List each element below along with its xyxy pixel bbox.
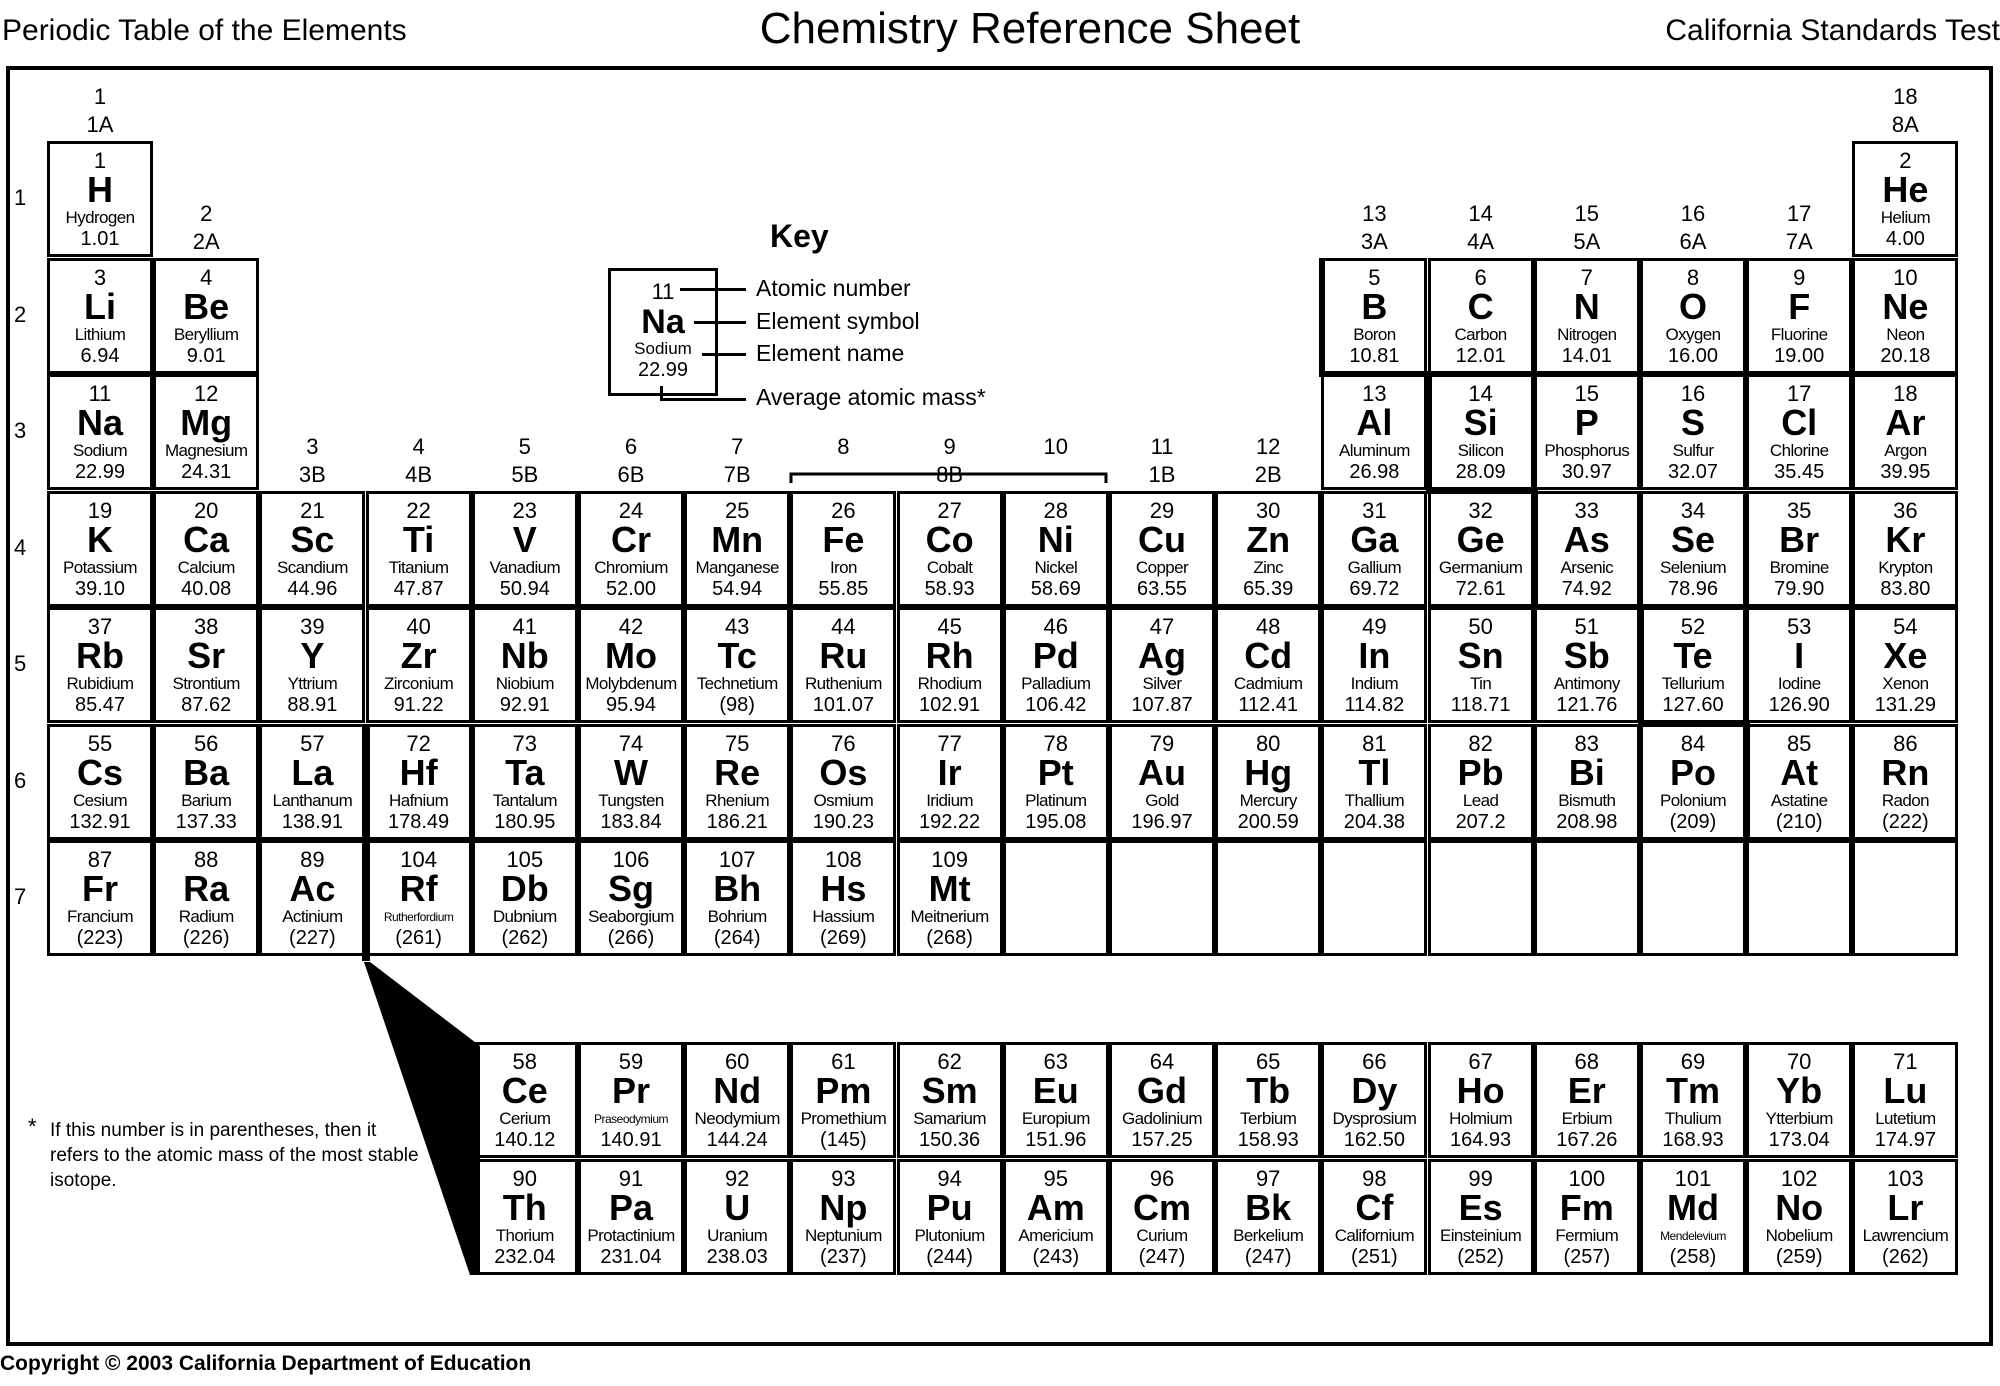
key-leader-line [680, 288, 746, 291]
key-label-element-symbol: Element symbol [756, 308, 920, 334]
copyright-notice: Copyright © 2003 California Department o… [0, 1352, 532, 1375]
footnote-text: If this number is in parentheses, then i… [50, 1120, 419, 1191]
key-label-element-name: Element name [756, 340, 905, 366]
key-label-average-atomic-mass: Average atomic mass* [756, 384, 986, 410]
group-8b-bracket [789, 472, 1108, 483]
key-leader-line [702, 353, 746, 356]
key-atomic-mass: 22.99 [637, 359, 689, 381]
key-leader-line [660, 398, 746, 401]
key-leader-line [660, 386, 663, 400]
footnote: * If this number is in parentheses, then… [28, 1114, 428, 1193]
key-atomic-number: 11 [651, 279, 675, 304]
key-title: Key [770, 218, 829, 254]
key-element-name: Sodium [634, 339, 692, 358]
footnote-asterisk: * [28, 1114, 37, 1139]
key-leader-line [694, 321, 746, 324]
key-label-atomic-number: Atomic number [756, 275, 911, 301]
